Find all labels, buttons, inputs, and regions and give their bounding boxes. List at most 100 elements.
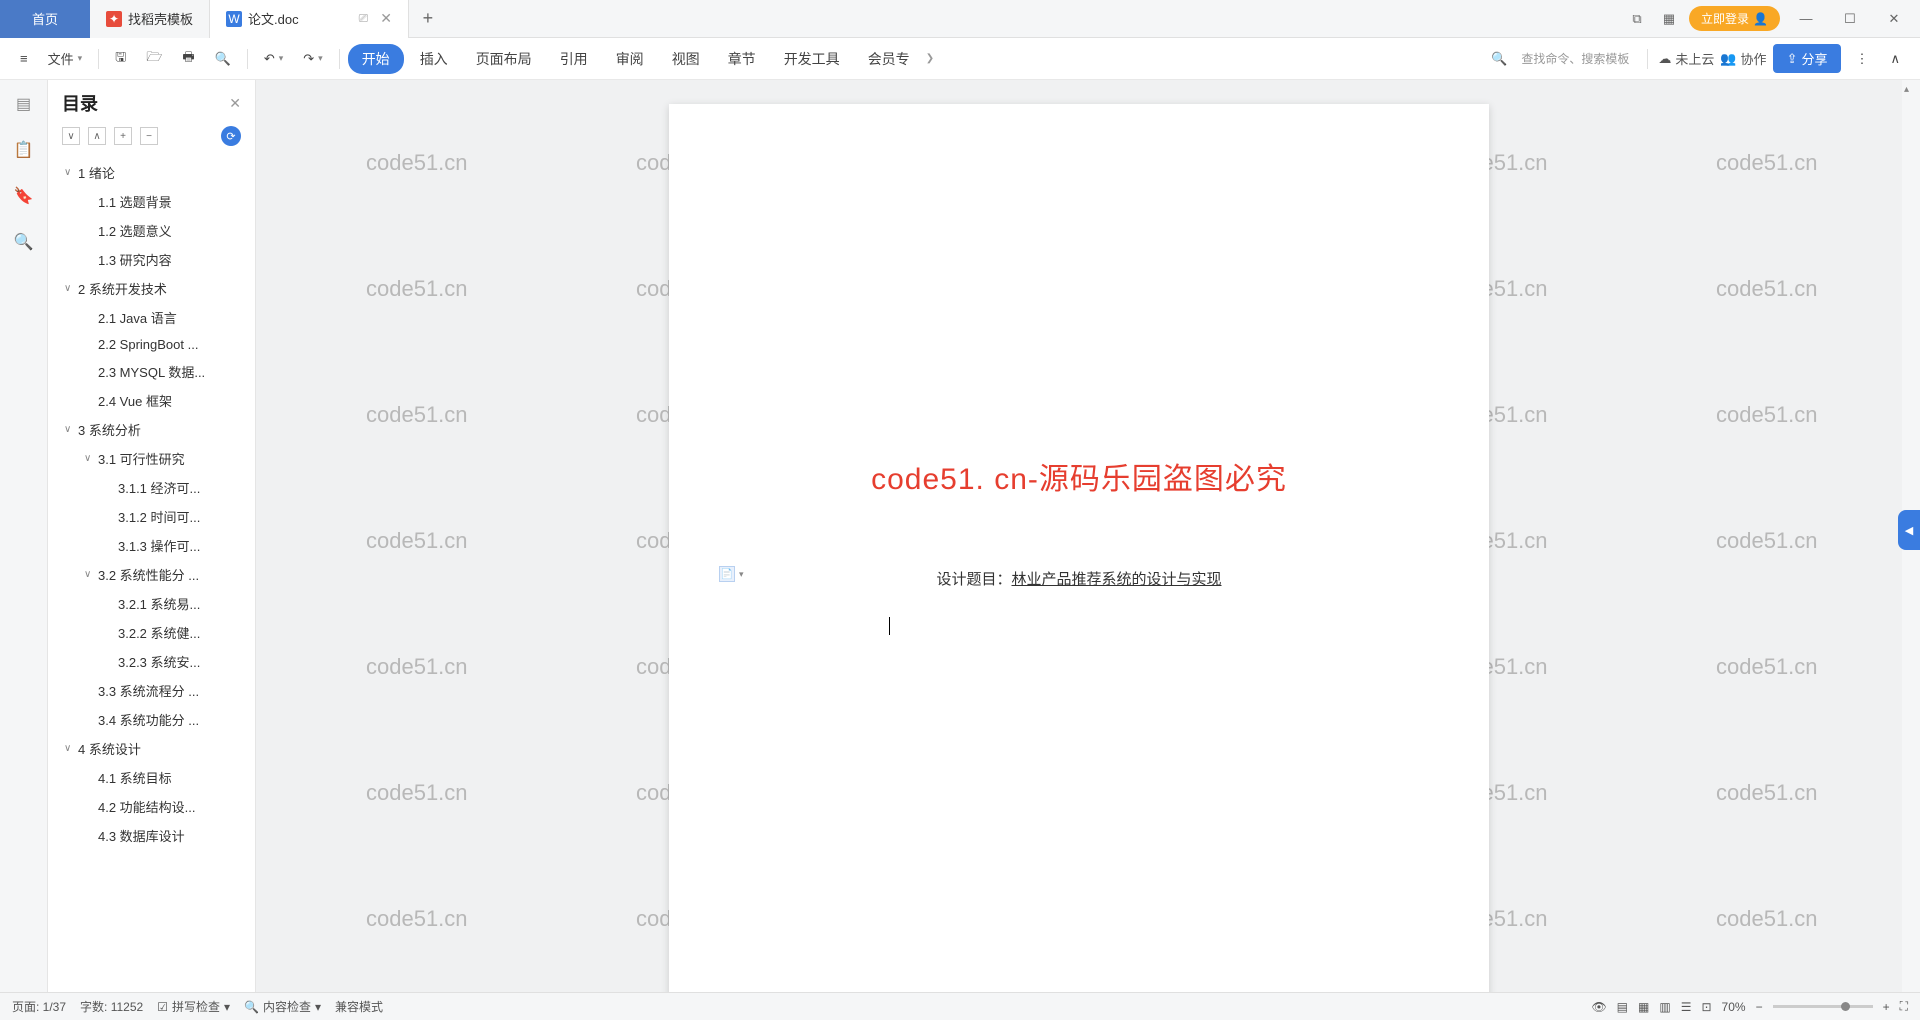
- outline-item[interactable]: 3.2.3 系统安...: [48, 647, 255, 676]
- menu-chapter[interactable]: 章节: [716, 43, 768, 75]
- menu-insert[interactable]: 插入: [408, 43, 460, 75]
- close-icon[interactable]: ✕: [380, 10, 392, 27]
- preview-icon[interactable]: 🔍: [207, 47, 239, 71]
- tab-template[interactable]: ✦ 找稻壳模板: [90, 0, 210, 38]
- view-web-icon[interactable]: ▥: [1659, 1000, 1670, 1014]
- menu-member[interactable]: 会员专: [856, 43, 922, 75]
- content-check[interactable]: 🔍 内容检查 ▾: [244, 998, 321, 1015]
- menu-start[interactable]: 开始: [348, 44, 404, 74]
- outline-item[interactable]: 3.2.2 系统健...: [48, 618, 255, 647]
- outline-item[interactable]: ∨1 绪论: [48, 158, 255, 187]
- collab-button[interactable]: 👥 协作: [1720, 49, 1766, 68]
- zoom-slider[interactable]: [1773, 1005, 1873, 1008]
- chevron-icon[interactable]: ∨: [64, 424, 78, 435]
- outline-item[interactable]: ∨3.2 系统性能分 ...: [48, 560, 255, 589]
- expand-all-icon[interactable]: ∧: [88, 127, 106, 145]
- document-canvas[interactable]: code51.cncode51.cncode51.cncode51.cncode…: [256, 80, 1902, 992]
- print-icon[interactable]: 🖶: [174, 44, 202, 74]
- minimize-button[interactable]: —: [1788, 5, 1824, 33]
- scroll-up-icon[interactable]: ▴: [1904, 84, 1909, 95]
- outline-item[interactable]: 4.3 数据库设计: [48, 821, 255, 850]
- outline-close-icon[interactable]: ✕: [229, 95, 241, 112]
- menu-view[interactable]: 视图: [660, 43, 712, 75]
- outline-item[interactable]: 3.1.1 经济可...: [48, 473, 255, 502]
- cloud-status[interactable]: ☁ 未上云: [1658, 49, 1714, 68]
- outline-item[interactable]: 3.1.2 时间可...: [48, 502, 255, 531]
- clipboard-icon[interactable]: 📋: [10, 136, 38, 164]
- outline-item[interactable]: 2.2 SpringBoot ...: [48, 332, 255, 357]
- outline-item[interactable]: ∨2 系统开发技术: [48, 274, 255, 303]
- file-menu[interactable]: 文件 ▾: [40, 45, 91, 72]
- word-count[interactable]: 字数: 11252: [80, 998, 143, 1015]
- menu-devtools[interactable]: 开发工具: [772, 43, 852, 75]
- chevron-icon[interactable]: ∨: [84, 453, 98, 464]
- zoom-out-icon[interactable]: −: [1756, 1000, 1763, 1014]
- compat-mode[interactable]: 兼容模式: [335, 998, 383, 1015]
- outline-list[interactable]: ∨1 绪论1.1 选题背景1.2 选题意义1.3 研究内容∨2 系统开发技术2.…: [48, 154, 255, 992]
- menu-review[interactable]: 审阅: [604, 43, 656, 75]
- more-icon[interactable]: ⋮: [1847, 47, 1876, 71]
- outline-item[interactable]: 1.1 选题背景: [48, 187, 255, 216]
- chevron-icon[interactable]: ∨: [64, 167, 78, 178]
- maximize-button[interactable]: ☐: [1832, 5, 1868, 33]
- chevron-icon[interactable]: ∨: [84, 569, 98, 580]
- menu-button[interactable]: ≡: [12, 47, 36, 70]
- menu-references[interactable]: 引用: [548, 43, 600, 75]
- outline-item[interactable]: 1.2 选题意义: [48, 216, 255, 245]
- share-button[interactable]: ⇪ 分享: [1773, 44, 1842, 73]
- chevron-icon[interactable]: ∨: [64, 283, 78, 294]
- chevron-icon[interactable]: ∨: [64, 743, 78, 754]
- remove-icon[interactable]: −: [140, 127, 158, 145]
- zoom-fit-icon[interactable]: ⊡: [1701, 1000, 1711, 1014]
- chevron-down-icon[interactable]: ▾: [739, 569, 744, 580]
- undo-icon[interactable]: ↶ ▾: [256, 47, 291, 71]
- view-read-icon[interactable]: ☰: [1681, 1000, 1692, 1014]
- tab-document[interactable]: W 论文.doc ⎚ ✕: [210, 0, 409, 38]
- apps-icon[interactable]: ▦: [1657, 7, 1681, 31]
- menu-layout[interactable]: 页面布局: [464, 43, 544, 75]
- layout-icon[interactable]: ⧉: [1625, 7, 1649, 31]
- menu-more-icon[interactable]: ❯: [926, 53, 934, 64]
- screen-icon[interactable]: ⎚: [359, 11, 369, 26]
- eye-icon[interactable]: 👁: [1591, 1000, 1606, 1014]
- outline-item[interactable]: 4.2 功能结构设...: [48, 792, 255, 821]
- add-icon[interactable]: +: [114, 127, 132, 145]
- save-as-icon[interactable]: 🗁: [138, 44, 170, 74]
- outline-item[interactable]: 4.1 系统目标: [48, 763, 255, 792]
- outline-item[interactable]: 1.3 研究内容: [48, 245, 255, 274]
- outline-item[interactable]: ∨3 系统分析: [48, 415, 255, 444]
- tab-home[interactable]: 首页: [0, 0, 90, 38]
- zoom-value[interactable]: 70%: [1722, 1000, 1746, 1014]
- collapse-all-icon[interactable]: ∨: [62, 127, 80, 145]
- view-page-icon[interactable]: ▤: [1617, 1000, 1628, 1014]
- redo-icon[interactable]: ↷ ▾: [295, 47, 330, 71]
- zoom-in-icon[interactable]: +: [1883, 1000, 1890, 1014]
- outline-item[interactable]: ∨3.1 可行性研究: [48, 444, 255, 473]
- search-panel-icon[interactable]: 🔍: [10, 228, 38, 256]
- login-button[interactable]: 立即登录 👤: [1689, 6, 1780, 31]
- watermark: code51.cn: [366, 402, 468, 428]
- badge-icon[interactable]: ⟳: [221, 126, 241, 146]
- bookmark-icon[interactable]: 🔖: [10, 182, 38, 210]
- paragraph-icon[interactable]: 📄: [719, 566, 735, 582]
- outline-item[interactable]: 2.4 Vue 框架: [48, 386, 255, 415]
- right-panel-toggle[interactable]: ◀: [1898, 510, 1920, 550]
- save-icon[interactable]: 🖫: [107, 44, 134, 74]
- outline-item[interactable]: ∨4 系统设计: [48, 734, 255, 763]
- view-outline-icon[interactable]: ▦: [1638, 1000, 1649, 1014]
- page-indicator[interactable]: 页面: 1/37: [12, 998, 66, 1015]
- search-input[interactable]: 查找命令、搜索模板: [1513, 46, 1637, 71]
- outline-icon[interactable]: ▤: [10, 90, 38, 118]
- close-button[interactable]: ✕: [1876, 5, 1912, 33]
- new-tab-button[interactable]: +: [409, 8, 447, 29]
- spellcheck-toggle[interactable]: ☑ 拼写检查 ▾: [157, 998, 230, 1015]
- outline-item[interactable]: 3.3 系统流程分 ...: [48, 676, 255, 705]
- fullscreen-icon[interactable]: ⛶: [1900, 999, 1908, 1014]
- outline-item[interactable]: 2.3 MYSQL 数据...: [48, 357, 255, 386]
- outline-item[interactable]: 3.1.3 操作可...: [48, 531, 255, 560]
- outline-item[interactable]: 2.1 Java 语言: [48, 303, 255, 332]
- outline-item[interactable]: 3.4 系统功能分 ...: [48, 705, 255, 734]
- outline-item[interactable]: 3.2.1 系统易...: [48, 589, 255, 618]
- expand-icon[interactable]: ∧: [1882, 47, 1908, 71]
- zoom-thumb[interactable]: [1841, 1002, 1850, 1011]
